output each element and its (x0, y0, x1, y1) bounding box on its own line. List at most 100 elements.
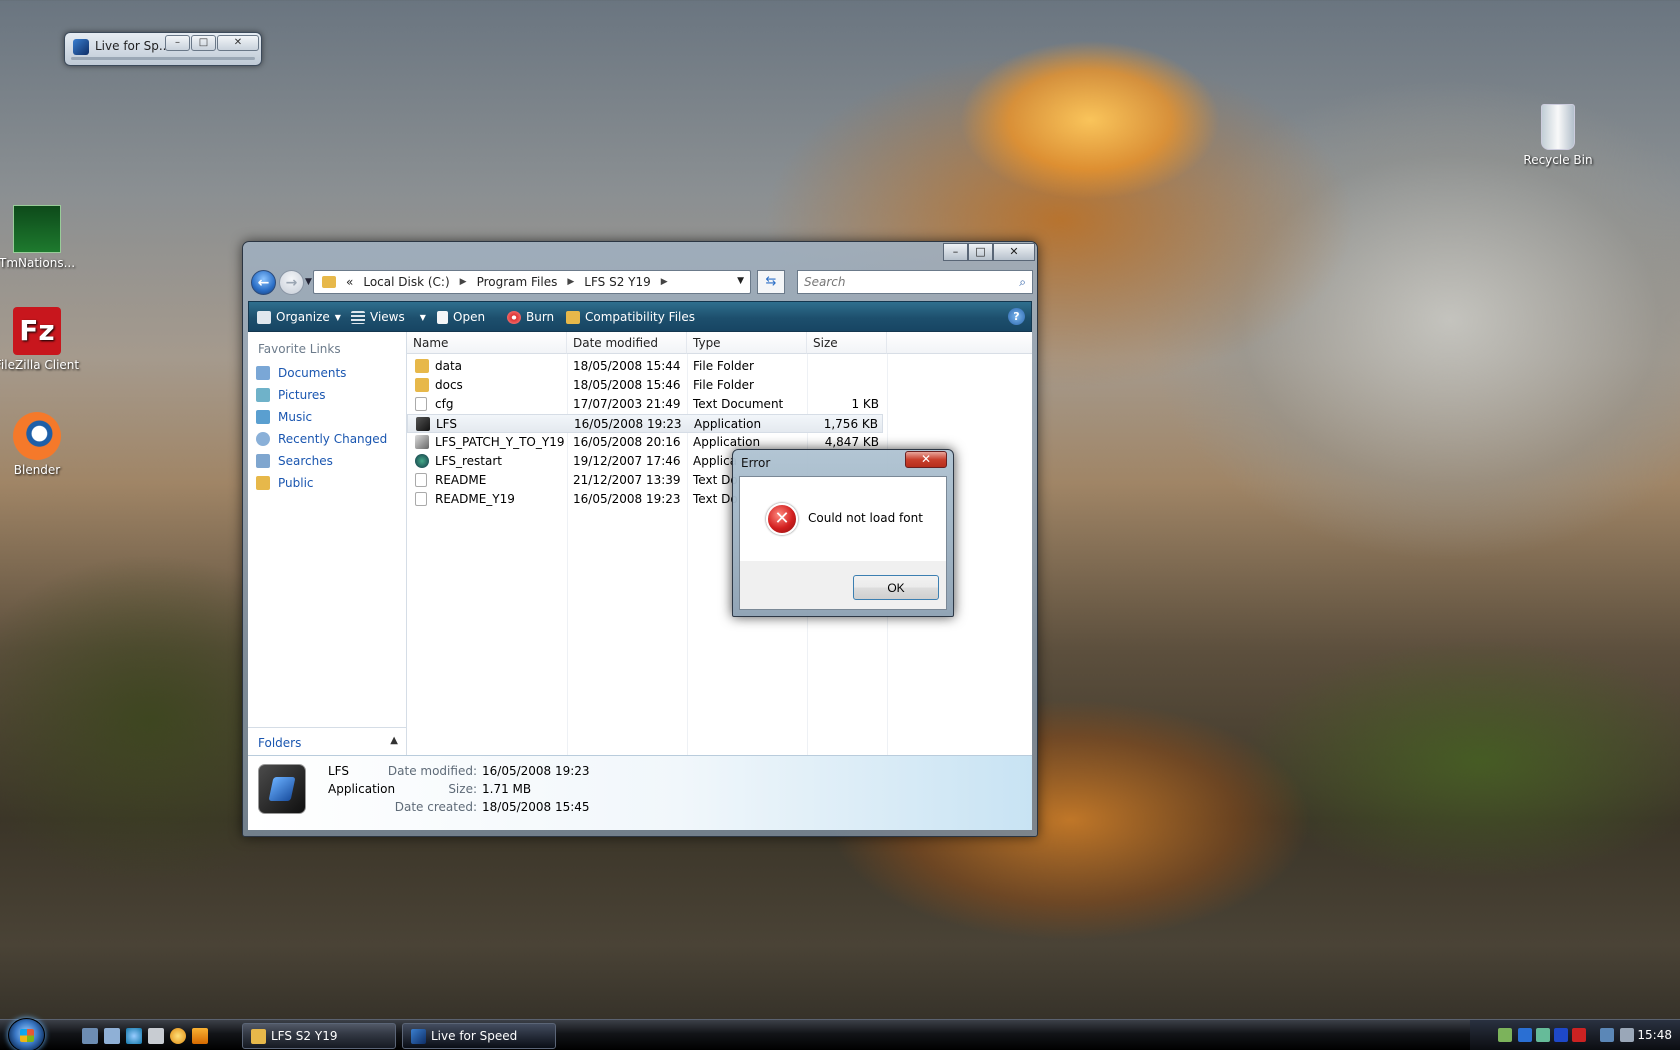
file-name: cfg (435, 397, 454, 411)
documents-icon (256, 366, 270, 380)
lfs-app-icon (416, 417, 430, 431)
switch-windows-icon[interactable] (104, 1028, 120, 1044)
breadcrumb-overflow[interactable]: « (346, 275, 353, 289)
chevron-up-icon: ▲ (390, 735, 398, 746)
clock[interactable]: 15:48 (1637, 1028, 1672, 1042)
details-size-label: Size: (448, 782, 477, 796)
breadcrumb-item[interactable]: LFS S2 Y19 (584, 275, 650, 289)
file-date: 16/05/2008 19:23 (573, 492, 681, 506)
back-button[interactable]: ← (251, 270, 276, 295)
table-row[interactable]: docs 18/05/2008 15:46 File Folder (407, 376, 883, 395)
sidebar-item-searches[interactable]: Searches (256, 454, 333, 468)
minimize-button[interactable]: – (165, 35, 190, 51)
chevron-down-icon: ▼ (419, 312, 426, 322)
address-dropdown-icon[interactable]: ▼ (737, 276, 744, 286)
desktop-icon-label: TmNations... (0, 256, 76, 270)
recently-changed-icon (256, 432, 270, 446)
desktop-icon-filezilla[interactable]: Fz FileZilla Client (0, 307, 82, 372)
error-dialog[interactable]: Error ✕ ✕ Could not load font OK (732, 449, 954, 617)
command-bar: Organize ▼ Views ▼ Open Burn Compatibili… (248, 301, 1032, 332)
compatibility-files-button[interactable]: Compatibility Files (566, 310, 695, 324)
folders-toggle[interactable]: Folders ▲ (248, 727, 406, 755)
restart-app-icon (415, 454, 429, 468)
search-icon[interactable]: ⌕ (1019, 271, 1026, 293)
help-icon[interactable]: ? (1008, 308, 1025, 325)
open-icon (437, 310, 448, 324)
views-button[interactable]: Views ▼ (351, 310, 426, 324)
desktop-icon-tmnations[interactable]: TmNations... (0, 205, 82, 270)
column-header-type[interactable]: Type (687, 332, 807, 354)
tray-alert-icon[interactable] (1572, 1028, 1586, 1042)
organize-icon (257, 310, 271, 324)
media-player-icon[interactable] (192, 1028, 208, 1044)
refresh-button[interactable]: ⇆ (757, 270, 785, 294)
breadcrumb-separator-icon[interactable]: ▶ (460, 277, 467, 287)
close-button[interactable]: ✕ (217, 35, 259, 51)
address-bar[interactable]: « Local Disk (C:) ▶ Program Files ▶ LFS … (313, 270, 751, 294)
breadcrumb-separator-icon[interactable]: ▶ (567, 277, 574, 287)
sidebar-item-documents[interactable]: Documents (256, 366, 346, 380)
desktop-icon-blender[interactable]: Blender (0, 412, 82, 477)
minimize-button[interactable]: – (943, 243, 968, 261)
table-row[interactable]: data 18/05/2008 15:44 File Folder (407, 357, 883, 376)
file-type: Application (693, 435, 761, 449)
sidebar-item-music[interactable]: Music (256, 410, 312, 424)
details-size-value: 1.71 MB (482, 782, 532, 796)
column-header-size[interactable]: Size (807, 332, 887, 354)
volume-icon[interactable] (1620, 1028, 1634, 1042)
tray-app-icon[interactable] (1498, 1028, 1512, 1042)
tray-app-icon[interactable] (1536, 1028, 1550, 1042)
tray-media-icon[interactable] (1554, 1028, 1568, 1042)
internet-explorer-icon[interactable] (126, 1028, 142, 1044)
sidebar-item-label: Documents (278, 366, 347, 380)
network-status-icon[interactable] (1600, 1028, 1614, 1042)
table-row-selected[interactable]: LFS 16/05/2008 19:23 Application 1,756 KB (407, 414, 883, 433)
file-date: 16/05/2008 20:16 (573, 435, 681, 449)
maximize-button[interactable]: □ (191, 35, 216, 51)
recent-pages-chevron-icon[interactable]: ▼ (305, 277, 312, 287)
maximize-button[interactable]: □ (968, 243, 993, 261)
start-button[interactable] (8, 1018, 45, 1050)
close-button[interactable]: ✕ (993, 243, 1035, 261)
live-for-speed-window[interactable]: Live for Sp... – □ ✕ (64, 32, 262, 66)
search-placeholder: Search (804, 275, 846, 289)
dialog-close-button[interactable]: ✕ (905, 451, 947, 468)
sidebar-item-public[interactable]: Public (256, 476, 314, 490)
views-label: Views (370, 310, 405, 324)
forward-button[interactable]: → (279, 270, 304, 295)
bluetooth-icon[interactable] (1518, 1028, 1532, 1042)
taskbar-item-live-for-speed[interactable]: Live for Speed (402, 1023, 556, 1049)
window-frame (71, 57, 255, 60)
show-desktop-icon[interactable] (82, 1028, 98, 1044)
sidebar-item-recently-changed[interactable]: Recently Changed (256, 432, 387, 446)
details-modified-label: Date modified: (387, 764, 477, 778)
text-document-icon (415, 473, 427, 487)
ok-button[interactable]: OK (853, 575, 939, 600)
search-input[interactable]: Search ⌕ (797, 270, 1033, 294)
file-type: Applica (693, 454, 738, 468)
burn-label: Burn (526, 310, 555, 324)
breadcrumb-item[interactable]: Local Disk (C:) (363, 275, 449, 289)
file-size: 1 KB (851, 397, 879, 411)
column-header-name[interactable]: Name (407, 332, 567, 354)
favorite-links-heading: Favorite Links (258, 342, 341, 356)
network-icon[interactable] (148, 1028, 164, 1044)
organize-button[interactable]: Organize ▼ (257, 310, 341, 324)
tmnations-shortcut-icon (13, 205, 61, 253)
column-header-filler (887, 332, 1032, 354)
compatibility-files-label: Compatibility Files (585, 310, 695, 324)
messenger-icon[interactable] (170, 1028, 186, 1044)
open-button[interactable]: Open (437, 310, 485, 324)
file-type: Application (694, 417, 762, 431)
file-type: File Folder (693, 378, 754, 392)
burn-button[interactable]: Burn (507, 310, 554, 324)
desktop-icon-recycle-bin[interactable]: Recycle Bin (1513, 104, 1603, 167)
breadcrumb-item[interactable]: Program Files (477, 275, 558, 289)
breadcrumb-separator-icon[interactable]: ▶ (661, 277, 668, 287)
taskbar-item-explorer[interactable]: LFS S2 Y19 (242, 1023, 396, 1049)
sidebar-item-pictures[interactable]: Pictures (256, 388, 326, 402)
file-type: Text Document (693, 397, 784, 411)
table-row[interactable]: cfg 17/07/2003 21:49 Text Document 1 KB (407, 395, 883, 414)
blender-shortcut-icon (13, 412, 61, 460)
column-header-date[interactable]: Date modified (567, 332, 687, 354)
